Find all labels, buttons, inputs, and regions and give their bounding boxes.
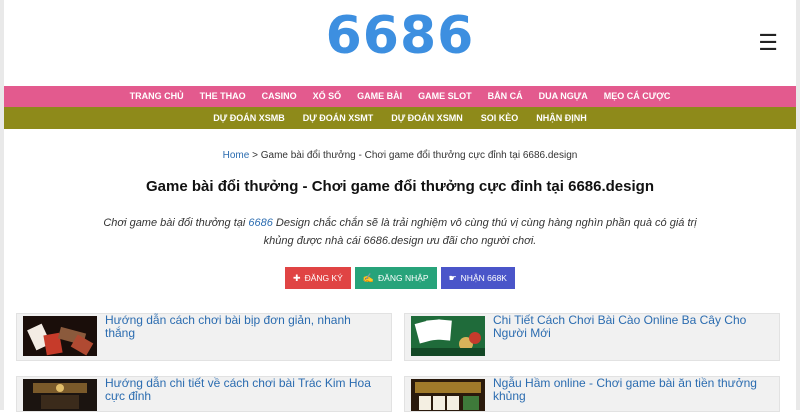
intro-text-1: Chơi game bài đổi thưởng tại — [103, 217, 249, 229]
breadcrumb-home-link[interactable]: Home — [223, 150, 250, 161]
nav-item-xo-so[interactable]: XỔ SỐ — [305, 86, 350, 107]
nav-item-dua-ngua[interactable]: DUA NGỰA — [531, 86, 596, 107]
page-frame-right — [796, 0, 800, 410]
site-header: 6686 ☰ — [4, 0, 796, 86]
breadcrumb-current: Game bài đổi thưởng - Chơi game đổi thưở… — [260, 150, 578, 161]
nav-item-casino[interactable]: CASINO — [254, 86, 305, 107]
article-title[interactable]: Ngẫu Hầm online - Chơi game bài ăn tiền … — [493, 377, 771, 403]
receive-bonus-button[interactable]: ☛ NHẬN 668K — [440, 267, 515, 289]
page-title: Game bài đổi thưởng - Chơi game đổi thưở… — [146, 178, 654, 195]
breadcrumb: Home > Game bài đổi thưởng - Chơi game đ… — [4, 150, 796, 161]
plus-icon: ✚ — [293, 273, 301, 283]
site-logo[interactable]: 6686 — [4, 6, 796, 66]
breadcrumb-separator: > — [249, 150, 261, 161]
nav-item-du-doan-xsmt[interactable]: DỰ ĐOÁN XSMT — [294, 107, 382, 129]
hamburger-icon[interactable]: ☰ — [758, 32, 778, 54]
poker-table-thumbnail[interactable] — [411, 316, 485, 356]
login-button-label: ĐĂNG NHẬP — [378, 273, 429, 283]
trac-kim-hoa-thumbnail[interactable] — [23, 379, 97, 411]
nav-item-trang-chu[interactable]: TRANG CHỦ — [122, 86, 192, 107]
nav-item-du-doan-xsmn[interactable]: DỰ ĐOÁN XSMN — [382, 107, 471, 129]
article-card[interactable]: Chi Tiết Cách Chơi Bài Cào Online Ba Cây… — [404, 313, 780, 361]
ngau-ham-thumbnail[interactable] — [411, 379, 485, 411]
nav-item-du-doan-xsmb[interactable]: DỰ ĐOÁN XSMB — [204, 107, 293, 129]
nav-item-ban-ca[interactable]: BẮN CÁ — [480, 86, 531, 107]
article-title[interactable]: Chi Tiết Cách Chơi Bài Cào Online Ba Cây… — [493, 314, 771, 340]
article-title[interactable]: Hướng dẫn chi tiết về cách chơi bài Trác… — [105, 377, 383, 403]
intro-brand-link[interactable]: 6686 — [248, 217, 272, 229]
register-button-label: ĐĂNG KÝ — [304, 273, 343, 283]
secondary-nav: DỰ ĐOÁN XSMB DỰ ĐOÁN XSMT DỰ ĐOÁN XSMN S… — [4, 107, 796, 129]
login-button[interactable]: ✍ ĐĂNG NHẬP — [354, 267, 437, 289]
nav-item-soi-keo[interactable]: SOI KÈO — [472, 107, 528, 129]
card-trick-thumbnail[interactable] — [23, 316, 97, 356]
article-title[interactable]: Hướng dẫn cách chơi bài bịp đơn giản, nh… — [105, 314, 383, 340]
receive-bonus-button-label: NHẬN 668K — [460, 273, 507, 283]
primary-nav: TRANG CHỦ THE THAO CASINO XỔ SỐ GAME BÀI… — [4, 86, 796, 107]
hand-icon: ✍ — [362, 273, 375, 283]
nav-item-meo-ca-cuoc[interactable]: MẸO CÁ CƯỢC — [596, 86, 679, 107]
register-button[interactable]: ✚ ĐĂNG KÝ — [285, 267, 351, 289]
nav-item-the-thao[interactable]: THE THAO — [192, 86, 254, 107]
intro-text-2: Design chắc chắn sẽ là trải nghiệm vô cù… — [263, 217, 697, 247]
cta-buttons: ✚ ĐĂNG KÝ ✍ ĐĂNG NHẬP ☛ NHẬN 668K — [4, 267, 796, 289]
intro-paragraph: Chơi game bài đổi thưởng tại 6686 Design… — [100, 214, 700, 250]
nav-item-game-bai[interactable]: GAME BÀI — [349, 86, 410, 107]
article-card[interactable]: Hướng dẫn chi tiết về cách chơi bài Trác… — [16, 376, 392, 412]
pointer-icon: ☛ — [448, 273, 457, 283]
article-card[interactable]: Ngẫu Hầm online - Chơi game bài ăn tiền … — [404, 376, 780, 412]
nav-item-game-slot[interactable]: GAME SLOT — [410, 86, 480, 107]
article-card[interactable]: Hướng dẫn cách chơi bài bịp đơn giản, nh… — [16, 313, 392, 361]
nav-item-nhan-dinh[interactable]: NHẬN ĐỊNH — [527, 107, 596, 129]
